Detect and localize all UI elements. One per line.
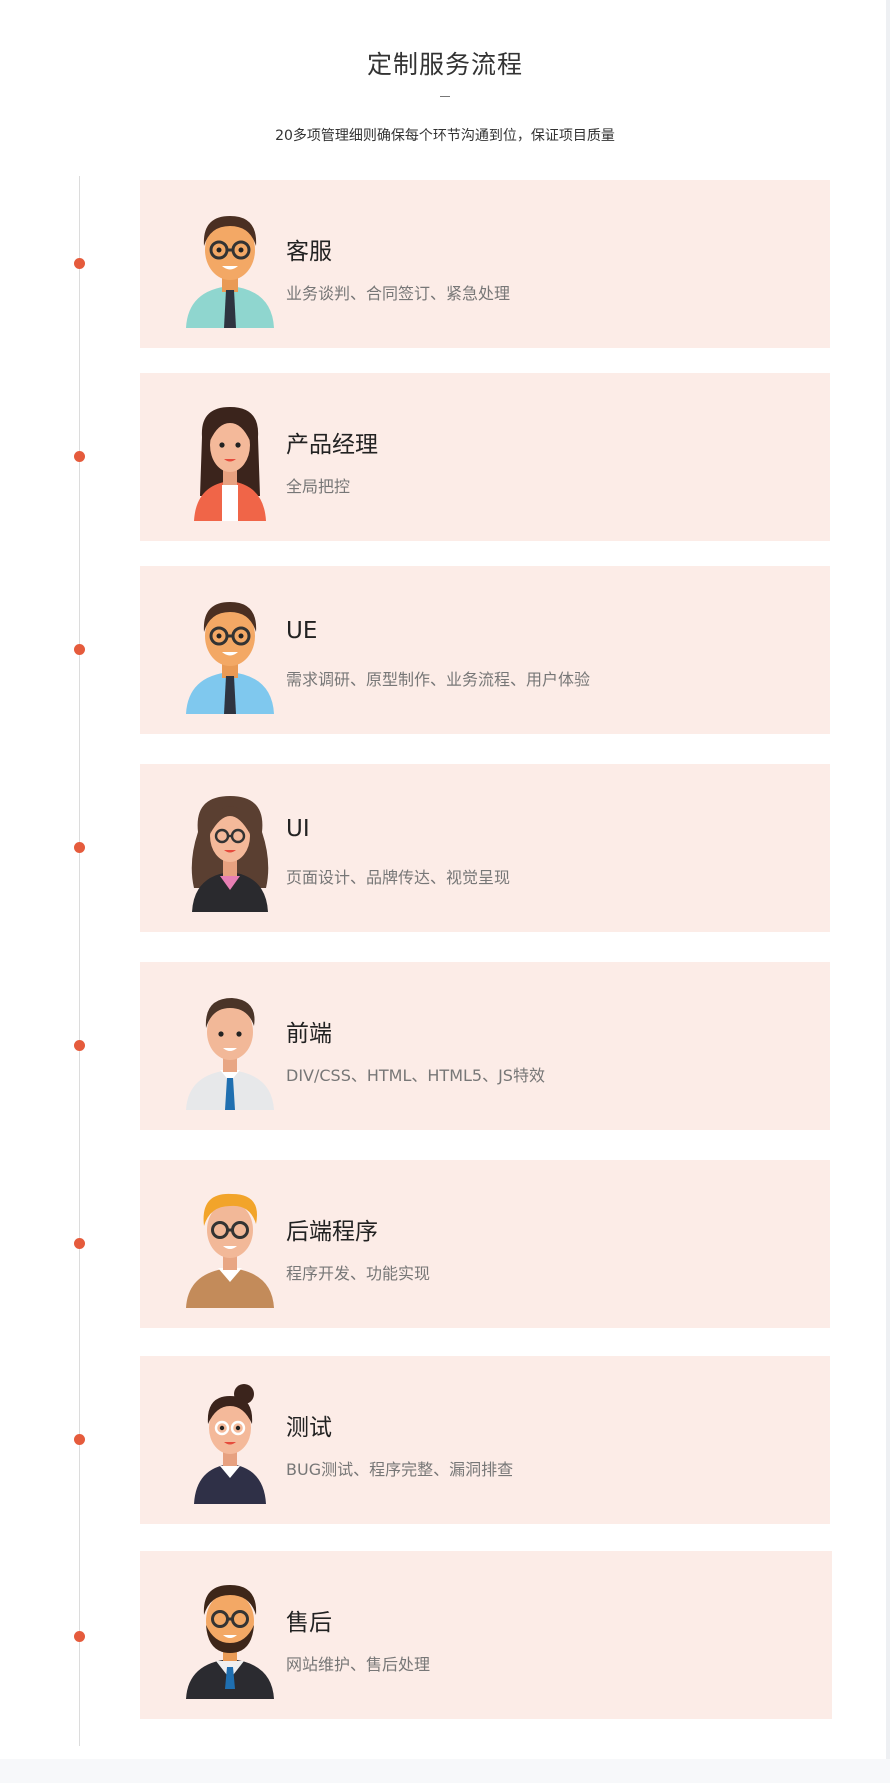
step-title: 售后 [286,1610,332,1636]
step-card-backend: 后端程序 程序开发、功能实现 [140,1160,830,1328]
man-beard-suit-icon [180,1579,280,1704]
step-card-testing: 测试 BUG测试、程序完整、漏洞排查 [140,1356,830,1524]
step-card-ue: UE 需求调研、原型制作、业务流程、用户体验 [140,566,830,734]
timeline-dot [74,258,85,269]
step-title: 客服 [286,239,332,265]
bottom-band [0,1759,890,1783]
step-title: 测试 [286,1415,332,1441]
step-description: 程序开发、功能实现 [286,1264,431,1283]
timeline-dot [74,1631,85,1642]
step-description: 全局把控 [286,477,351,496]
step-title: 产品经理 [286,432,378,458]
woman-orange-jacket-icon [180,401,280,526]
woman-curly-hair-icon [180,792,280,917]
step-description: DIV/CSS、HTML、HTML5、JS特效 [286,1066,545,1085]
step-title: 前端 [286,1021,332,1047]
timeline-dot [74,1434,85,1445]
timeline-dot [74,1238,85,1249]
step-card-product-manager: 产品经理 全局把控 [140,373,830,541]
step-description: 业务谈判、合同签订、紧急处理 [286,284,511,303]
timeline-dot [74,842,85,853]
step-description: 网站维护、售后处理 [286,1655,431,1674]
step-card-after-sales: 售后 网站维护、售后处理 [140,1551,832,1719]
page-subtitle: 20多项管理细则确保每个环节沟通到位，保证项目质量 [275,128,615,144]
scrollbar-track [886,0,890,1783]
step-title: UE [286,618,318,644]
page-title: 定制服务流程 [366,50,523,79]
step-title: 后端程序 [286,1219,378,1245]
man-glasses-blue-shirt-icon [180,594,280,719]
step-card-ui: UI 页面设计、品牌传达、视觉呈现 [140,764,830,932]
step-description: 页面设计、品牌传达、视觉呈现 [286,868,511,887]
timeline-line [79,176,80,1746]
man-blonde-glasses-icon [180,1188,280,1313]
man-glasses-teal-shirt-icon [180,208,280,333]
step-description: 需求调研、原型制作、业务流程、用户体验 [286,670,591,689]
timeline-dot [74,644,85,655]
timeline-dot [74,1040,85,1051]
timeline-dot [74,451,85,462]
step-card-customer-service: 客服 业务谈判、合同签订、紧急处理 [140,180,830,348]
step-card-frontend: 前端 DIV/CSS、HTML、HTML5、JS特效 [140,962,830,1130]
title-divider [440,96,450,97]
man-white-shirt-icon [180,990,280,1115]
page: 定制服务流程 20多项管理细则确保每个环节沟通到位，保证项目质量 客服 业务谈判… [0,0,890,1783]
step-title: UI [286,816,310,842]
woman-bun-glasses-icon [180,1384,280,1509]
step-description: BUG测试、程序完整、漏洞排查 [286,1460,514,1479]
